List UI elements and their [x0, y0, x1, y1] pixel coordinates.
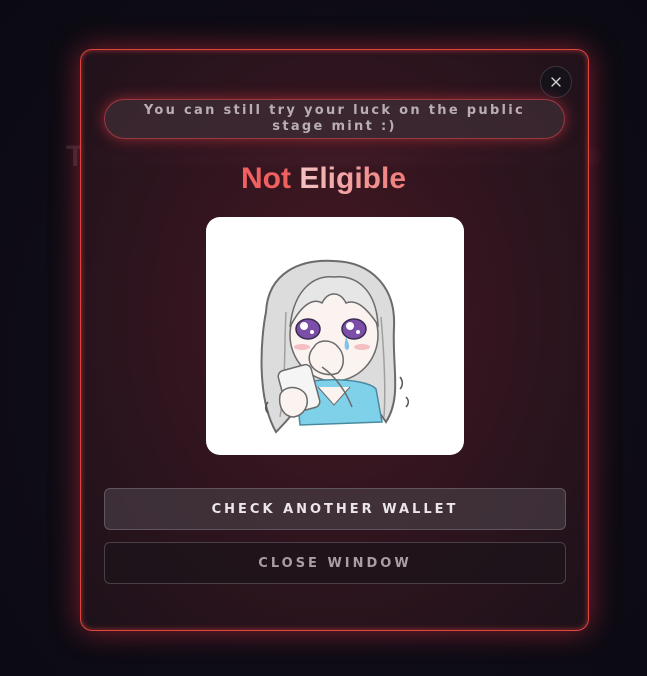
- page-title: Not Eligible: [0, 160, 647, 198]
- title-word-eligible: Eligible: [299, 162, 406, 195]
- close-icon: [551, 77, 561, 87]
- public-mint-notice: You can still try your luck on the publi…: [104, 99, 565, 139]
- check-another-wallet-button[interactable]: CHECK ANOTHER WALLET: [104, 488, 566, 530]
- notice-text: You can still try your luck on the publi…: [143, 103, 526, 134]
- title-word-not: Not: [240, 162, 291, 195]
- crying-girl-image: [206, 217, 464, 455]
- crying-chibi-girl-icon: [260, 259, 410, 434]
- close-modal-button[interactable]: [540, 66, 572, 98]
- close-window-button[interactable]: CLOSE WINDOW: [104, 542, 566, 584]
